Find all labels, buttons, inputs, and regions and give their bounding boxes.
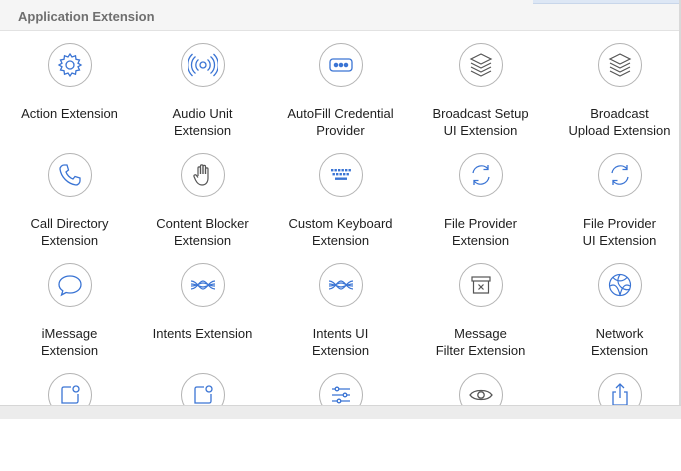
- template-label: Audio Unit Extension: [172, 106, 233, 138]
- template-file-provider-ui-extension[interactable]: File Provider UI Extension: [550, 141, 681, 251]
- template-network-extension[interactable]: Network Extension: [550, 251, 681, 361]
- speech-bubble-icon: [48, 263, 92, 307]
- template-intents-ui-extension[interactable]: Intents UI Extension: [271, 251, 410, 361]
- password-dots-icon: [319, 43, 363, 87]
- template-label: Action Extension: [21, 106, 118, 121]
- template-label: Message Filter Extension: [435, 326, 526, 358]
- template-label: Call Directory Extension: [30, 216, 109, 248]
- template-label: File Provider UI Extension: [582, 216, 657, 248]
- template-content-blocker-extension[interactable]: Content Blocker Extension: [133, 141, 272, 251]
- intents-wave-icon: [181, 263, 225, 307]
- template-grid: Action Extension Audio Unit Extension Aut…: [0, 31, 681, 417]
- intents-wave-icon: [319, 263, 363, 307]
- template-intents-extension[interactable]: Intents Extension: [133, 251, 272, 361]
- template-label: Content Blocker Extension: [156, 216, 249, 248]
- template-label: Custom Keyboard Extension: [288, 216, 393, 248]
- sync-icon: [459, 153, 503, 197]
- section-header: Application Extension: [0, 0, 681, 31]
- section-title: Application Extension: [18, 9, 155, 24]
- template-label: Broadcast Upload Extension: [568, 106, 671, 138]
- scroll-edge: [533, 0, 681, 4]
- keyboard-icon: [319, 153, 363, 197]
- template-broadcast-upload-extension[interactable]: Broadcast Upload Extension: [550, 31, 681, 141]
- template-label: File Provider Extension: [444, 216, 517, 248]
- template-label: iMessage Extension: [40, 326, 99, 358]
- template-custom-keyboard-extension[interactable]: Custom Keyboard Extension: [271, 141, 410, 251]
- template-label: AutoFill Credential Provider: [287, 106, 394, 138]
- template-label: Intents UI Extension: [311, 326, 370, 358]
- hand-icon: [181, 153, 225, 197]
- template-label: Intents Extension: [152, 326, 253, 341]
- sync-icon: [598, 153, 642, 197]
- bottom-bar: [0, 405, 681, 419]
- template-autofill-credential-provider[interactable]: AutoFill Credential Provider: [271, 31, 410, 141]
- stack-icon: [598, 43, 642, 87]
- template-message-filter-extension[interactable]: Message Filter Extension: [411, 251, 550, 361]
- template-audio-unit-extension[interactable]: Audio Unit Extension: [133, 31, 272, 141]
- filter-box-icon: [459, 263, 503, 307]
- globe-icon: [598, 263, 642, 307]
- template-imessage-extension[interactable]: iMessage Extension: [0, 251, 139, 361]
- phone-icon: [48, 153, 92, 197]
- template-label: Broadcast Setup UI Extension: [432, 106, 529, 138]
- template-file-provider-extension[interactable]: File Provider Extension: [411, 141, 550, 251]
- template-call-directory-extension[interactable]: Call Directory Extension: [0, 141, 139, 251]
- template-action-extension[interactable]: Action Extension: [0, 31, 139, 141]
- gear-icon: [48, 43, 92, 87]
- template-broadcast-setup-ui-extension[interactable]: Broadcast Setup UI Extension: [411, 31, 550, 141]
- audio-wave-icon: [181, 43, 225, 87]
- template-label: Network Extension: [590, 326, 649, 358]
- stack-icon: [459, 43, 503, 87]
